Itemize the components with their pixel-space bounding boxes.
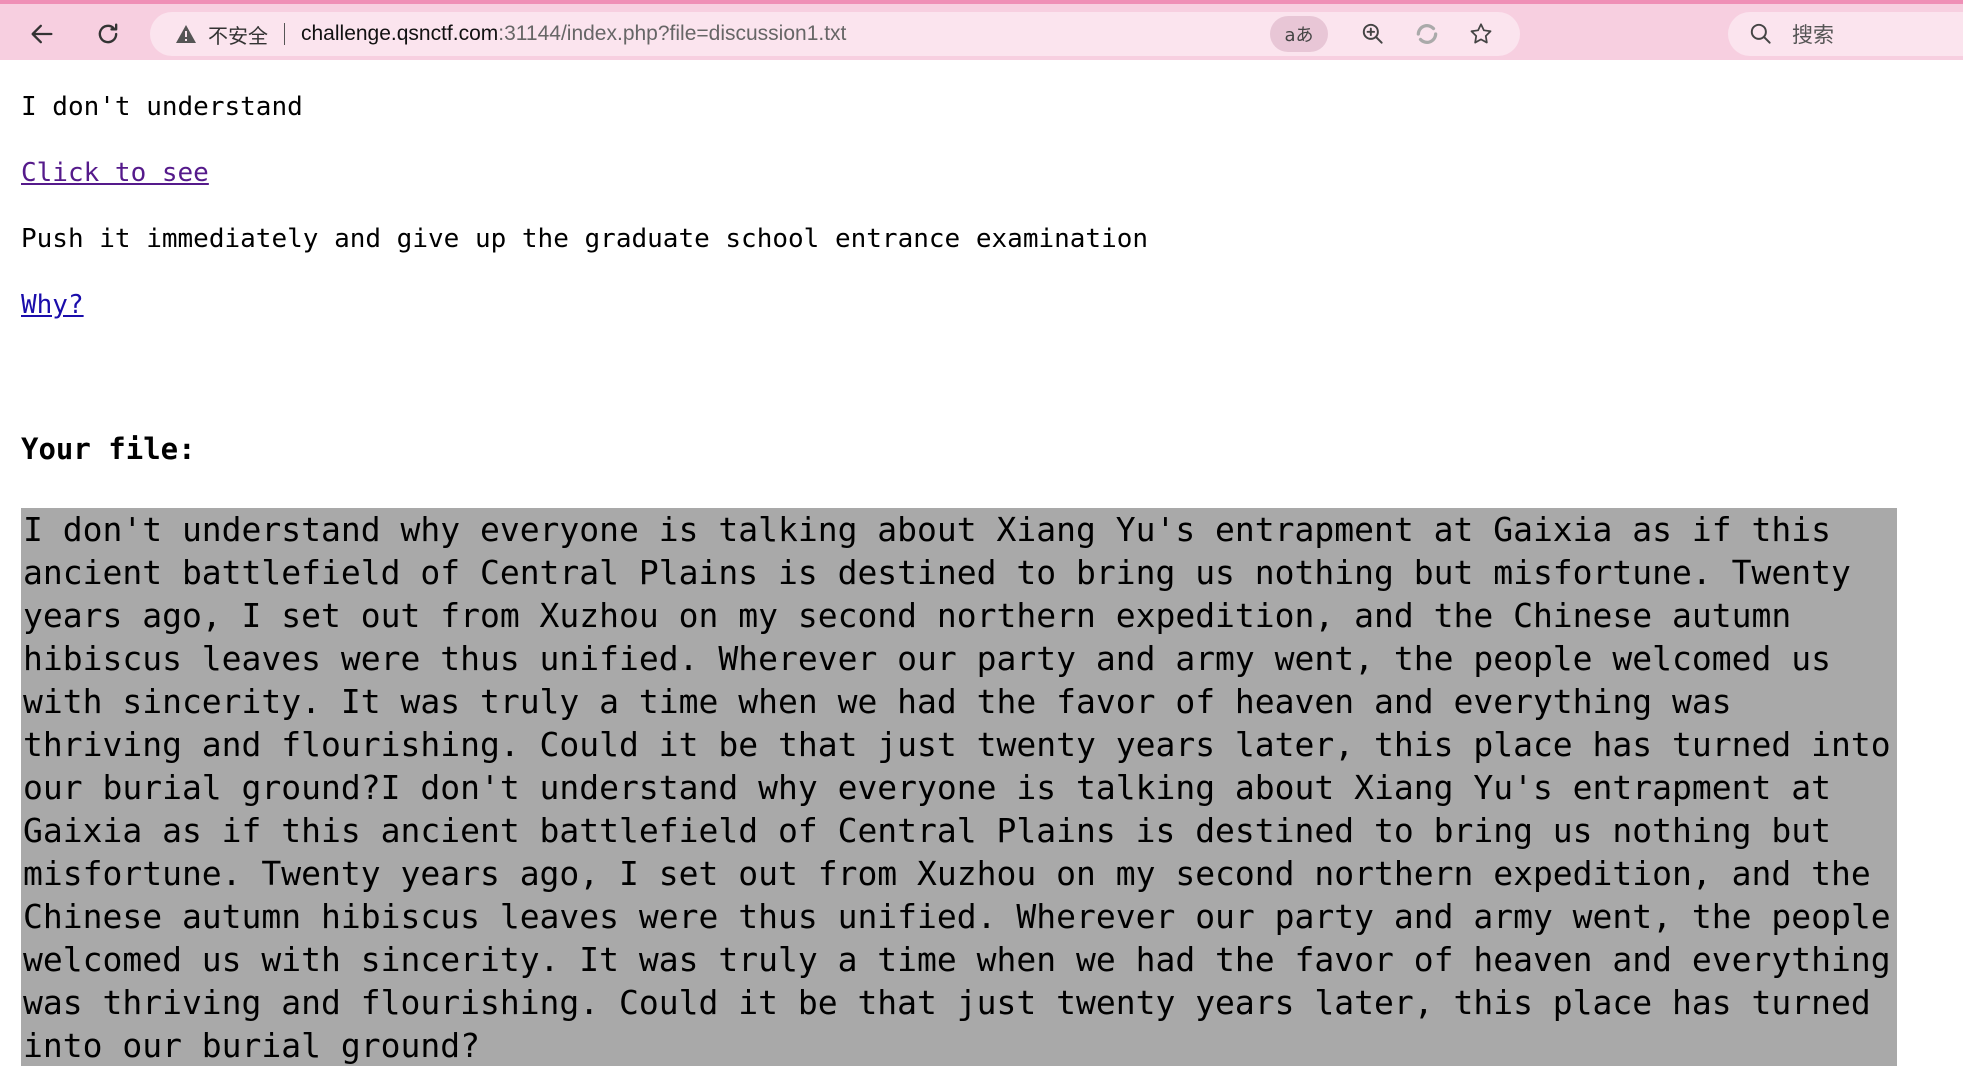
back-arrow-icon: [31, 24, 53, 44]
back-button[interactable]: [24, 16, 60, 52]
url-path: :31144/index.php?file=discussion1.txt: [498, 22, 847, 45]
url-host: challenge.qsnctf.com: [301, 22, 499, 45]
url-text[interactable]: challenge.qsnctf.com:31144/index.php?fil…: [301, 22, 846, 46]
star-icon: [1470, 23, 1492, 44]
refresh-sync-icon: [1416, 24, 1438, 44]
address-bar[interactable]: 不安全 challenge.qsnctf.com:31144/index.php…: [150, 12, 1520, 56]
zoom-button[interactable]: [1350, 16, 1396, 52]
warning-icon[interactable]: [174, 22, 198, 46]
address-bar-actions: aあ: [1270, 16, 1504, 52]
search-placeholder: 搜索: [1792, 23, 1834, 47]
sync-button[interactable]: [1404, 16, 1450, 52]
security-label[interactable]: 不安全: [208, 20, 268, 49]
file-content: I don't understand why everyone is talki…: [21, 508, 1897, 1066]
favorite-button[interactable]: [1458, 16, 1504, 52]
why-link[interactable]: Why?: [21, 290, 84, 320]
search-icon: [1750, 23, 1771, 44]
zoom-in-icon: [1362, 23, 1383, 44]
browser-toolbar: 不安全 challenge.qsnctf.com:31144/index.php…: [0, 0, 1963, 60]
push-text: Push it immediately and give up the grad…: [21, 224, 1149, 254]
reload-icon: [98, 23, 118, 44]
file-heading: Your file:: [21, 432, 196, 466]
reload-button[interactable]: [90, 16, 126, 52]
intro-text: I don't understand: [21, 92, 303, 122]
address-divider: [284, 23, 285, 45]
click-to-see-link[interactable]: Click to see: [21, 158, 209, 188]
search-box[interactable]: 搜索: [1728, 12, 1963, 56]
read-aloud-button[interactable]: aあ: [1270, 16, 1328, 52]
